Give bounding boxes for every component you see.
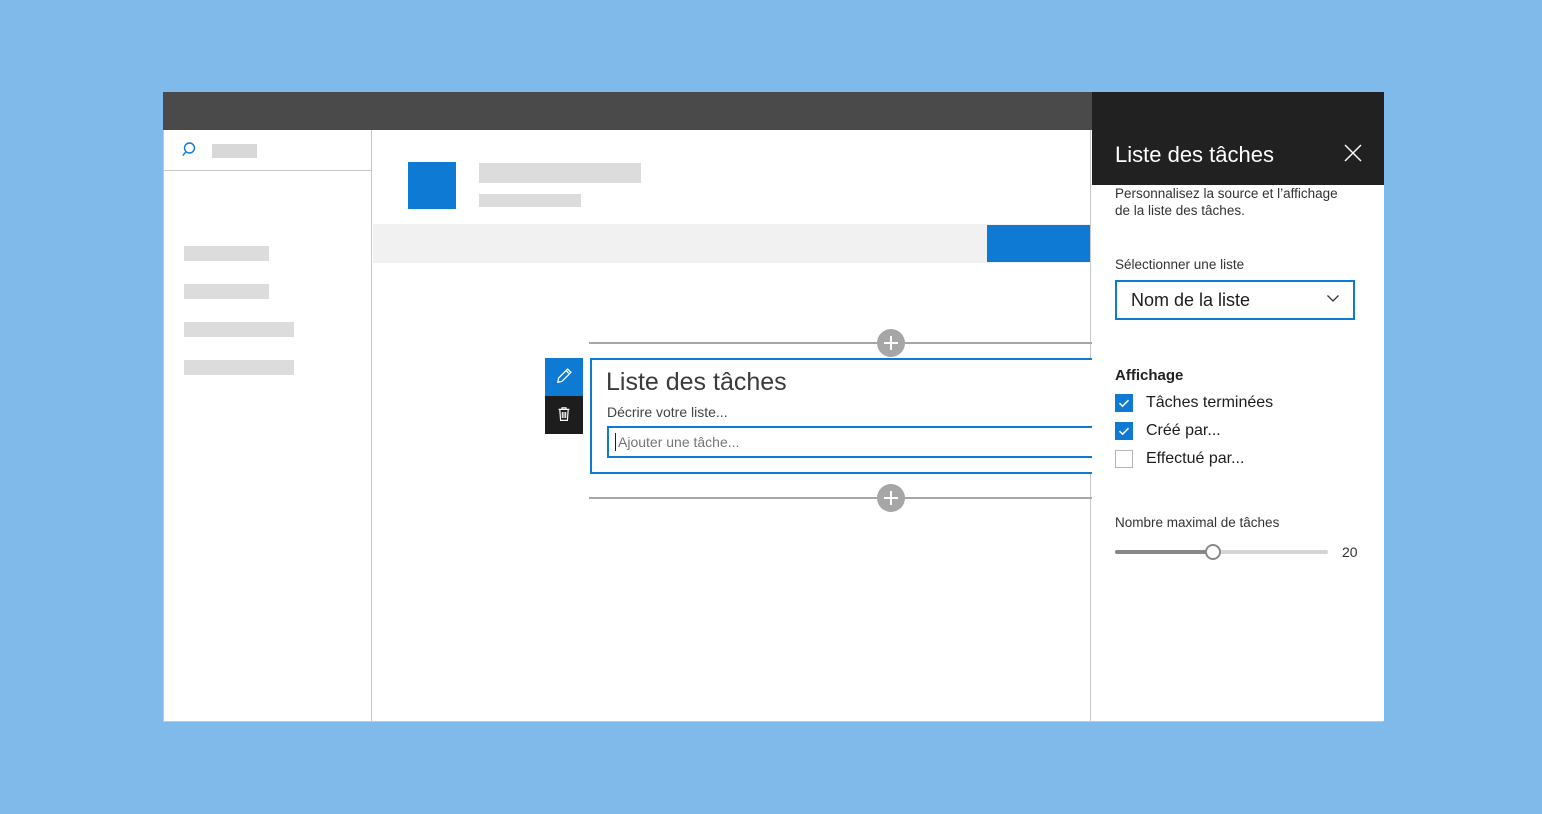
page-subtitle-placeholder — [479, 194, 581, 207]
window-body: Liste des tâches Décrire votre liste... … — [163, 92, 1384, 722]
add-section-icon[interactable] — [877, 484, 905, 512]
checkbox-label: Tâches terminées — [1146, 394, 1274, 411]
panel-description: Personnalisez la source et l’affichage d… — [1115, 186, 1338, 218]
nav-placeholder-bar[interactable] — [184, 322, 294, 337]
checkbox-label: Effectué par... — [1146, 450, 1245, 467]
search-row[interactable] — [164, 130, 371, 171]
webpart-title: Liste des tâches — [606, 368, 787, 396]
text-caret — [615, 433, 616, 451]
max-tasks-label: Nombre maximal de tâches — [1115, 515, 1280, 530]
site-logo — [408, 162, 456, 209]
add-section-icon[interactable] — [877, 329, 905, 357]
checkbox-checked-icon[interactable] — [1115, 422, 1133, 440]
max-tasks-slider[interactable] — [1115, 544, 1328, 560]
checkbox-label: Créé par... — [1146, 422, 1221, 439]
page-header — [373, 130, 1090, 224]
delete-webpart-button[interactable] — [545, 396, 583, 434]
command-bar — [373, 224, 1090, 263]
nav-placeholder-bar[interactable] — [184, 246, 269, 261]
nav-placeholder-bar[interactable] — [184, 284, 269, 299]
list-select-dropdown[interactable]: Nom de la liste — [1115, 280, 1355, 320]
panel-title: Liste des tâches — [1115, 142, 1274, 167]
property-panel: Liste des tâches Personnalisez la source… — [1092, 92, 1384, 721]
search-icon — [182, 141, 200, 159]
close-icon — [1342, 142, 1364, 167]
checkbox-unchecked-icon[interactable] — [1115, 450, 1133, 468]
max-tasks-slider-row: 20 — [1115, 544, 1361, 560]
list-field-label: Sélectionner une liste — [1115, 257, 1245, 272]
trash-icon — [555, 405, 573, 426]
publish-button[interactable] — [987, 225, 1090, 262]
nav-placeholder-bar[interactable] — [184, 360, 294, 375]
left-navigation — [164, 130, 372, 721]
slider-fill — [1115, 550, 1213, 554]
page-title-placeholder — [479, 163, 641, 183]
checkbox-row-created-by[interactable]: Créé par... — [1115, 422, 1361, 440]
close-panel-button[interactable] — [1336, 137, 1370, 171]
webpart-description: Décrire votre liste... — [607, 404, 728, 420]
chevron-down-icon — [1324, 289, 1342, 312]
search-placeholder-bar — [212, 144, 257, 158]
add-task-input[interactable] — [607, 426, 1103, 458]
checkbox-checked-icon[interactable] — [1115, 394, 1133, 412]
app-window: Liste des tâches Décrire votre liste... … — [163, 92, 1384, 722]
checkbox-row-completed-tasks[interactable]: Tâches terminées — [1115, 394, 1361, 412]
panel-body: Personnalisez la source et l’affichage d… — [1092, 185, 1384, 560]
webpart-toolbar — [545, 358, 583, 434]
panel-header: Liste des tâches — [1092, 92, 1384, 185]
edit-webpart-button[interactable] — [545, 358, 583, 396]
slider-thumb[interactable] — [1204, 544, 1221, 560]
list-select-value: Nom de la liste — [1131, 289, 1251, 310]
page-canvas: Liste des tâches Décrire votre liste... … — [373, 130, 1193, 721]
display-section-title: Affichage — [1115, 367, 1184, 384]
checkbox-row-completed-by[interactable]: Effectué par... — [1115, 450, 1361, 468]
max-tasks-value: 20 — [1342, 544, 1358, 560]
pencil-icon — [555, 367, 573, 388]
